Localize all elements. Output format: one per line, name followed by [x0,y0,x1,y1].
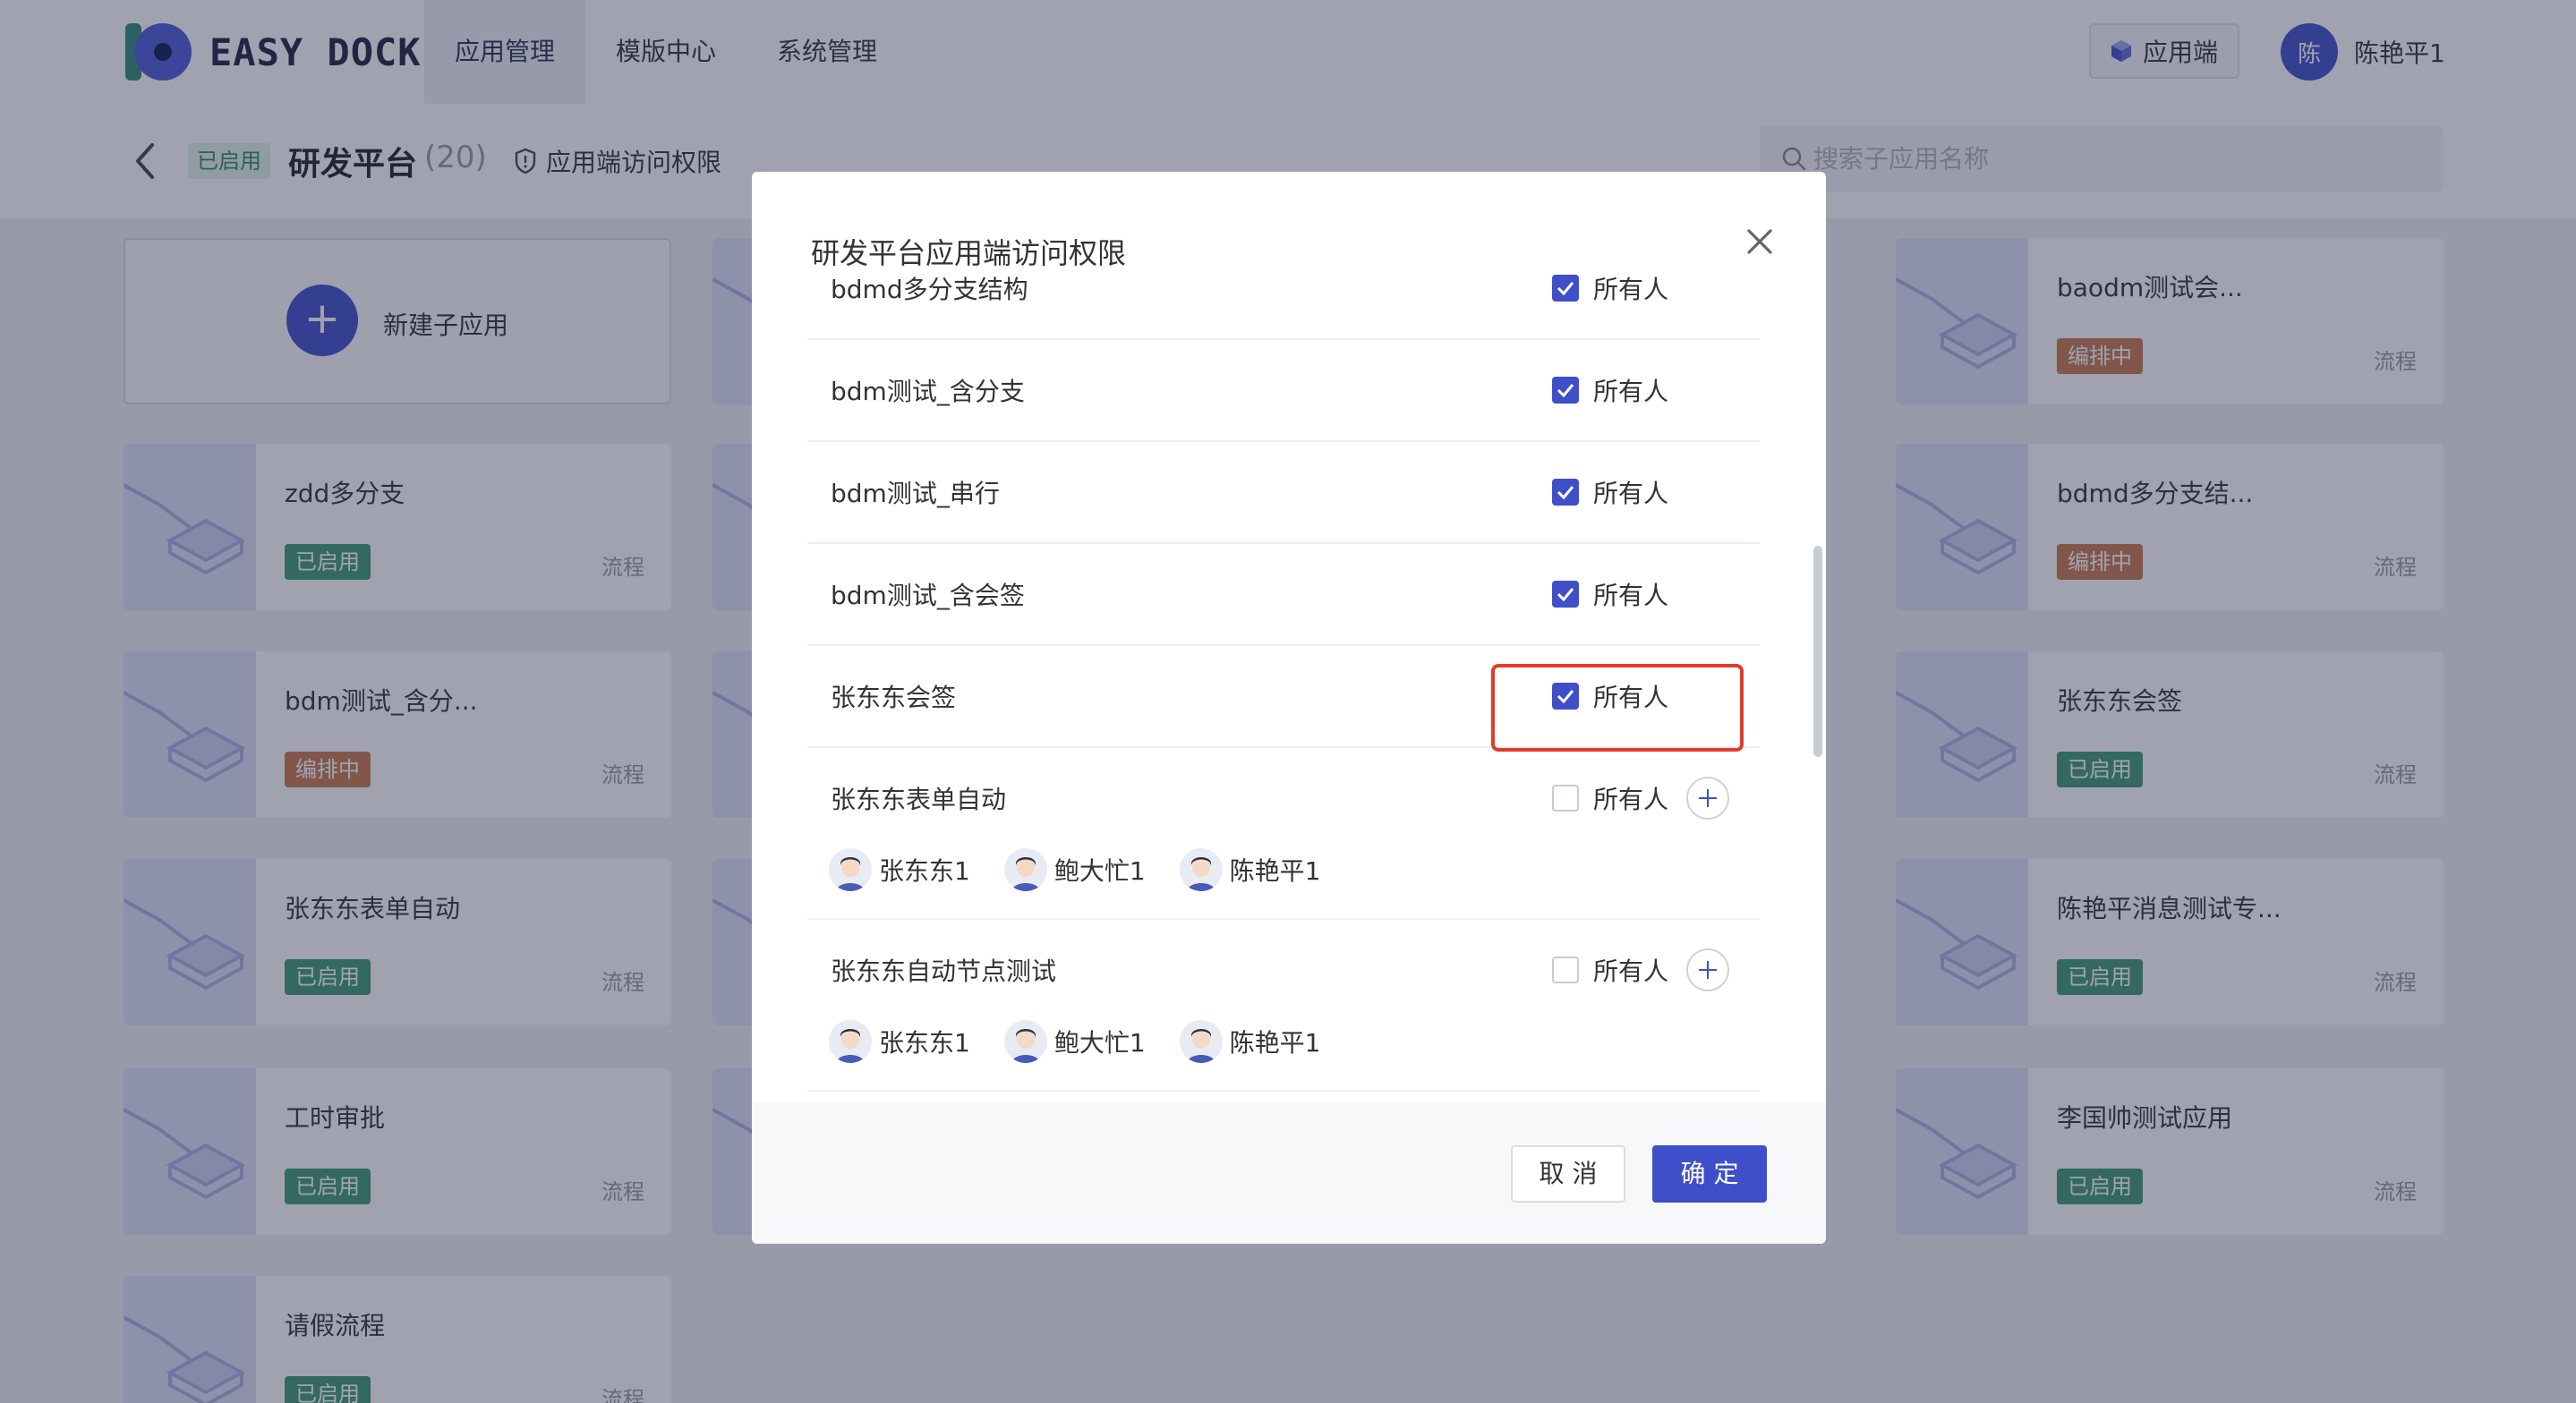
member-chip: 陈艳平1 [1179,1020,1321,1063]
everyone-label[interactable]: 所有人 [1593,270,1668,306]
member-list: 张东东1 鲍大忙1 陈艳平1 [807,1020,1760,1090]
highlight-annotation [1491,664,1744,752]
member-name: 陈艳平1 [1229,856,1321,886]
avatar [1179,848,1223,891]
everyone-checkbox[interactable] [1552,479,1579,506]
avatar [1003,1020,1047,1063]
everyone-label[interactable]: 所有人 [1593,576,1668,612]
everyone-checkbox[interactable] [1552,785,1579,812]
everyone-checkbox[interactable] [1552,275,1579,302]
avatar [829,1020,872,1063]
app-name: 张东东会签 [831,683,957,712]
member-name: 鲍大忙1 [1053,1028,1146,1058]
member-chip: 张东东1 [829,1020,970,1063]
app-name: bdmd多分支结构 [831,275,1028,304]
avatar [1179,1020,1223,1063]
everyone-checkbox[interactable] [1552,377,1579,404]
everyone-label[interactable]: 所有人 [1593,952,1668,988]
modal-title: 研发平台应用端访问权限 [811,236,1127,270]
cancel-button[interactable]: 取 消 [1511,1145,1625,1203]
modal-footer: 取 消 确 定 [752,1102,1826,1244]
everyone-label[interactable]: 所有人 [1593,474,1668,510]
app-name: bdm测试_串行 [831,479,1000,508]
permission-row: bdm测试_含分支 所有人 [807,340,1760,442]
member-name: 张东东1 [879,1028,970,1058]
member-chip: 陈艳平1 [1179,848,1321,891]
member-chip: 张东东1 [829,848,970,891]
avatar [829,848,872,891]
member-name: 鲍大忙1 [1053,856,1146,886]
everyone-checkbox[interactable] [1552,581,1579,608]
permission-row: 张东东自动节点测试 所有人 张东东1 鲍大忙1 陈艳平1 [807,920,1760,1092]
avatar [1003,848,1047,891]
app-name: 张东东自动节点测试 [831,957,1057,986]
permission-row: bdmd多分支结构 所有人 [807,268,1760,340]
confirm-button[interactable]: 确 定 [1652,1145,1767,1203]
member-chip: 鲍大忙1 [1003,848,1146,891]
permission-row: bdm测试_含会签 所有人 [807,544,1760,646]
everyone-label[interactable]: 所有人 [1593,780,1668,816]
member-name: 张东东1 [879,856,970,886]
app-name: 张东东表单自动 [831,785,1007,814]
app-name: bdm测试_含会签 [831,581,1025,610]
everyone-label[interactable]: 所有人 [1593,372,1668,408]
close-icon[interactable] [1740,222,1779,261]
member-name: 陈艳平1 [1229,1028,1321,1058]
permission-row: 张东东表单自动 所有人 张东东1 鲍大忙1 陈艳平1 [807,748,1760,920]
add-member-button[interactable] [1686,777,1729,820]
member-chip: 鲍大忙1 [1003,1020,1146,1063]
permission-row: bdm测试_串行 所有人 [807,442,1760,544]
scrollbar-thumb[interactable] [1813,546,1822,757]
member-list: 张东东1 鲍大忙1 陈艳平1 [807,848,1760,918]
everyone-checkbox[interactable] [1552,957,1579,983]
add-member-button[interactable] [1686,948,1729,991]
app-name: bdm测试_含分支 [831,377,1025,406]
